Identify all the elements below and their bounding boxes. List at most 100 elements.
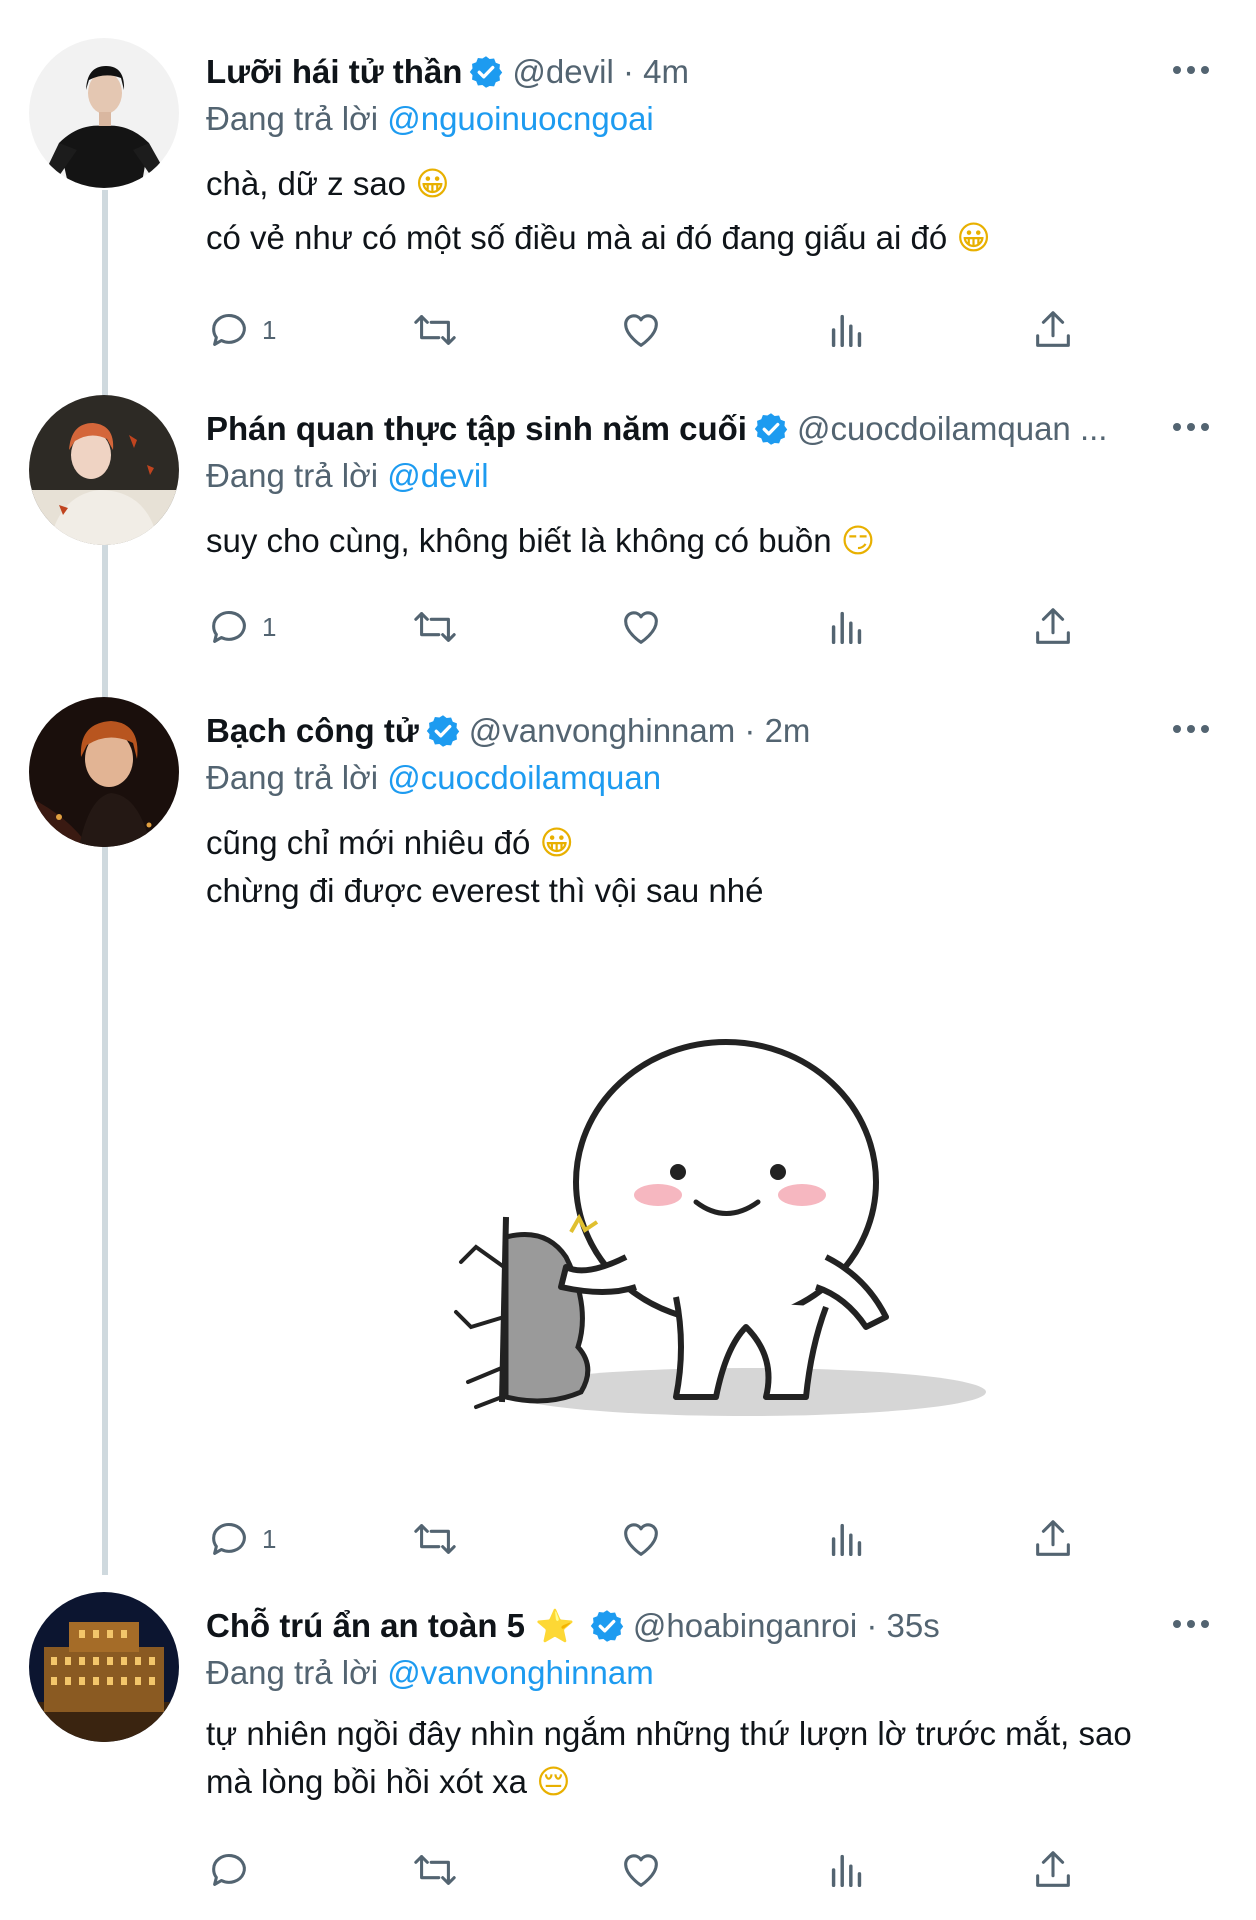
action-bar: 1 <box>206 1509 1106 1569</box>
timestamp[interactable]: 35s <box>887 1607 940 1645</box>
avatar[interactable] <box>29 697 179 847</box>
text-line: cũng chỉ mới nhiêu đó <box>206 824 531 861</box>
more-icon[interactable] <box>1166 709 1216 749</box>
views-button[interactable] <box>824 1840 870 1900</box>
tweet-text: suy cho cùng, không biết là không có buồ… <box>206 517 1216 565</box>
text-line: suy cho cùng, không biết là không có buồ… <box>206 522 832 559</box>
retweet-button[interactable] <box>412 1840 458 1900</box>
star-emoji: ⭐ <box>535 1608 575 1644</box>
retweet-icon <box>414 612 456 642</box>
share-icon <box>1036 1520 1070 1556</box>
views-icon <box>831 1523 862 1557</box>
emoji: 😏 <box>840 521 876 560</box>
emoji: 😀 <box>956 218 991 257</box>
display-name[interactable]: Bạch công tử <box>206 712 419 750</box>
tweet-header: Chỗ trú ẩn an toàn 5 ⭐ @hoabinganroi · 3… <box>206 1602 1146 1650</box>
reply-button[interactable]: 1 <box>206 300 276 360</box>
timestamp[interactable]: 2m <box>765 712 811 750</box>
like-icon <box>624 1523 658 1556</box>
reply-thread: Lưỡi hái tử thần @devil · 4m Đang trả lờ… <box>0 0 1256 1920</box>
text-line: chà, dữ z sao <box>206 165 407 202</box>
avatar-image <box>29 38 179 188</box>
reply-button[interactable]: 1 <box>206 1509 276 1569</box>
text-line: có vẻ như có một số điều mà ai đó đang g… <box>206 219 948 256</box>
replying-to: Đang trả lời @cuocdoilamquan <box>206 759 661 797</box>
handle[interactable]: @hoabinganroi <box>633 1607 857 1645</box>
avatar[interactable] <box>29 38 179 188</box>
like-icon <box>624 314 658 347</box>
reply-icon <box>212 611 246 643</box>
separator: · <box>735 712 765 749</box>
text-line: chừng đi được everest thì vội sau nhé <box>206 872 764 909</box>
timestamp[interactable]: 4m <box>643 53 689 91</box>
reply-count: 1 <box>262 314 277 345</box>
replying-to: Đang trả lời @nguoinuocngoai <box>206 100 654 138</box>
replying-to-label: Đang trả lời <box>206 457 379 494</box>
reply-icon <box>212 314 246 346</box>
tweet-text: tự nhiên ngồi đây nhìn ngắm những thứ lư… <box>206 1710 1216 1806</box>
like-button[interactable] <box>618 1840 664 1900</box>
like-button[interactable] <box>618 597 664 657</box>
like-button[interactable] <box>618 1509 664 1569</box>
reply-icon <box>212 1523 246 1555</box>
verified-badge-icon <box>590 1610 624 1642</box>
views-icon <box>831 611 862 645</box>
share-button[interactable] <box>1030 597 1076 657</box>
tweet-header: Lưỡi hái tử thần @devil · 4m <box>206 48 1146 96</box>
share-icon <box>1036 311 1070 347</box>
retweet-button[interactable] <box>412 1509 458 1569</box>
views-icon <box>831 1854 862 1888</box>
sticker-illustration <box>206 927 1146 1447</box>
share-button[interactable] <box>1030 300 1076 360</box>
emoji: 😀 <box>539 823 574 862</box>
retweet-button[interactable] <box>412 597 458 657</box>
reply-mention-link[interactable]: @vanvonghinnam <box>387 1654 654 1691</box>
avatar[interactable] <box>29 1592 179 1742</box>
avatar-image <box>29 697 179 847</box>
share-icon <box>1036 1851 1070 1887</box>
views-button[interactable] <box>824 597 870 657</box>
share-button[interactable] <box>1030 1840 1076 1900</box>
like-button[interactable] <box>618 300 664 360</box>
avatar-image <box>29 395 179 545</box>
display-name[interactable]: Lưỡi hái tử thần <box>206 53 462 91</box>
more-icon[interactable] <box>1166 1604 1216 1644</box>
views-button[interactable] <box>824 1509 870 1569</box>
retweet-icon <box>414 315 456 345</box>
reply-mention-link[interactable]: @nguoinuocngoai <box>387 100 654 137</box>
verified-badge-icon <box>426 715 459 747</box>
display-name[interactable]: Phán quan thực tập sinh năm cuối <box>206 410 747 448</box>
avatar[interactable] <box>29 395 179 545</box>
reply-count: 1 <box>262 611 277 642</box>
verified-badge-icon <box>754 413 788 445</box>
handle[interactable]: @vanvonghinnam <box>469 712 736 750</box>
separator: · <box>857 1607 887 1644</box>
tweet-header: Phán quan thực tập sinh năm cuối @cuocdo… <box>206 405 1146 453</box>
more-icon[interactable] <box>1166 50 1216 90</box>
action-bar <box>206 1840 1106 1900</box>
separator: · <box>613 53 644 90</box>
text-line: tự nhiên ngồi đây nhìn ngắm những thứ lư… <box>206 1715 1132 1752</box>
reply-mention-link[interactable]: @cuocdoilamquan <box>387 759 661 796</box>
tweet-media-image[interactable] <box>206 927 1146 1447</box>
replying-to: Đang trả lời @devil <box>206 457 489 495</box>
reply-mention-link[interactable]: @devil <box>387 457 488 494</box>
retweet-icon <box>414 1524 456 1554</box>
views-button[interactable] <box>824 300 870 360</box>
replying-to-label: Đang trả lời <box>206 1654 379 1691</box>
handle[interactable]: @cuocdoilamquan ... <box>797 410 1108 448</box>
display-name[interactable]: Chỗ trú ẩn an toàn 5 <box>206 1607 525 1645</box>
tweet-text: cũng chỉ mới nhiêu đó 😀 chừng đi được ev… <box>206 819 1216 915</box>
reply-button[interactable] <box>206 1840 252 1900</box>
retweet-button[interactable] <box>412 300 458 360</box>
handle[interactable]: @devil <box>512 53 613 91</box>
share-button[interactable] <box>1030 1509 1076 1569</box>
emoji: 😀 <box>415 164 450 203</box>
reply-button[interactable]: 1 <box>206 597 276 657</box>
more-icon[interactable] <box>1166 407 1216 447</box>
verified-badge-icon <box>470 56 503 88</box>
replying-to-label: Đang trả lời <box>206 759 379 796</box>
replying-to-label: Đang trả lời <box>206 100 379 137</box>
retweet-icon <box>414 1855 456 1885</box>
reply-count: 1 <box>262 1523 277 1554</box>
